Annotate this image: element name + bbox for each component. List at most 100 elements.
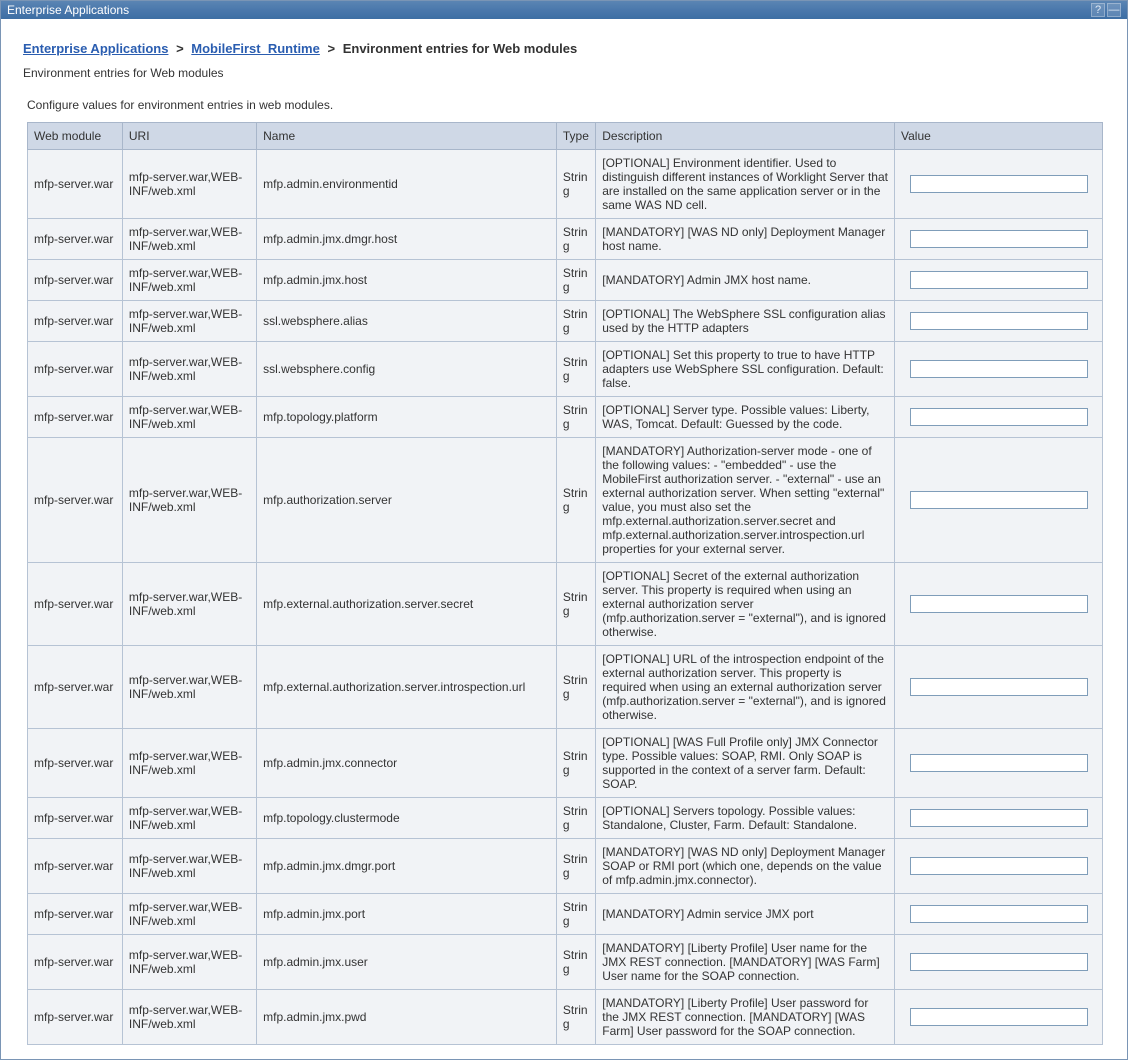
cell-description: [MANDATORY] [Liberty Profile] User passw… xyxy=(596,990,895,1045)
cell-value xyxy=(895,894,1103,935)
cell-type: String xyxy=(556,150,595,219)
breadcrumb-link-enterprise-apps[interactable]: Enterprise Applications xyxy=(23,41,168,56)
cell-value xyxy=(895,935,1103,990)
col-header-uri: URI xyxy=(122,123,256,150)
cell-name: mfp.external.authorization.server.intros… xyxy=(257,646,557,729)
col-header-name: Name xyxy=(257,123,557,150)
titlebar: Enterprise Applications ? — xyxy=(1,1,1127,19)
cell-web-module: mfp-server.war xyxy=(28,438,123,563)
cell-value xyxy=(895,729,1103,798)
cell-value xyxy=(895,990,1103,1045)
table-row: mfp-server.warmfp-server.war,WEB-INF/web… xyxy=(28,219,1103,260)
cell-type: String xyxy=(556,894,595,935)
table-row: mfp-server.warmfp-server.war,WEB-INF/web… xyxy=(28,990,1103,1045)
cell-value xyxy=(895,150,1103,219)
table-row: mfp-server.warmfp-server.war,WEB-INF/web… xyxy=(28,894,1103,935)
cell-web-module: mfp-server.war xyxy=(28,894,123,935)
value-input[interactable] xyxy=(910,595,1088,613)
cell-type: String xyxy=(556,397,595,438)
cell-value xyxy=(895,839,1103,894)
panel-title: Enterprise Applications xyxy=(7,3,129,17)
page-subtitle: Environment entries for Web modules xyxy=(23,66,1105,80)
breadcrumb-sep-1: > xyxy=(176,41,184,56)
cell-name: ssl.websphere.alias xyxy=(257,301,557,342)
value-input[interactable] xyxy=(910,905,1088,923)
cell-description: [OPTIONAL] The WebSphere SSL configurati… xyxy=(596,301,895,342)
cell-web-module: mfp-server.war xyxy=(28,935,123,990)
cell-uri: mfp-server.war,WEB-INF/web.xml xyxy=(122,301,256,342)
cell-type: String xyxy=(556,438,595,563)
cell-web-module: mfp-server.war xyxy=(28,397,123,438)
cell-name: mfp.admin.jmx.user xyxy=(257,935,557,990)
cell-description: [OPTIONAL] [WAS Full Profile only] JMX C… xyxy=(596,729,895,798)
col-header-description: Description xyxy=(596,123,895,150)
cell-type: String xyxy=(556,798,595,839)
cell-type: String xyxy=(556,301,595,342)
breadcrumb-current: Environment entries for Web modules xyxy=(343,41,578,56)
value-input[interactable] xyxy=(910,491,1088,509)
value-input[interactable] xyxy=(910,754,1088,772)
cell-type: String xyxy=(556,839,595,894)
cell-uri: mfp-server.war,WEB-INF/web.xml xyxy=(122,219,256,260)
cell-web-module: mfp-server.war xyxy=(28,260,123,301)
cell-value xyxy=(895,260,1103,301)
titlebar-icons: ? — xyxy=(1091,3,1121,17)
cell-uri: mfp-server.war,WEB-INF/web.xml xyxy=(122,150,256,219)
cell-web-module: mfp-server.war xyxy=(28,219,123,260)
col-header-web-module: Web module xyxy=(28,123,123,150)
cell-type: String xyxy=(556,342,595,397)
cell-web-module: mfp-server.war xyxy=(28,563,123,646)
cell-web-module: mfp-server.war xyxy=(28,839,123,894)
value-input[interactable] xyxy=(910,271,1088,289)
cell-type: String xyxy=(556,260,595,301)
cell-uri: mfp-server.war,WEB-INF/web.xml xyxy=(122,438,256,563)
minimize-icon[interactable]: — xyxy=(1107,3,1121,17)
cell-description: [OPTIONAL] Secret of the external author… xyxy=(596,563,895,646)
value-input[interactable] xyxy=(910,312,1088,330)
cell-type: String xyxy=(556,729,595,798)
table-row: mfp-server.warmfp-server.war,WEB-INF/web… xyxy=(28,438,1103,563)
value-input[interactable] xyxy=(910,678,1088,696)
cell-uri: mfp-server.war,WEB-INF/web.xml xyxy=(122,839,256,894)
cell-name: mfp.authorization.server xyxy=(257,438,557,563)
cell-description: [OPTIONAL] URL of the introspection endp… xyxy=(596,646,895,729)
cell-type: String xyxy=(556,990,595,1045)
value-input[interactable] xyxy=(910,408,1088,426)
cell-uri: mfp-server.war,WEB-INF/web.xml xyxy=(122,935,256,990)
table-row: mfp-server.warmfp-server.war,WEB-INF/web… xyxy=(28,260,1103,301)
breadcrumb-link-mobilefirst-runtime[interactable]: MobileFirst_Runtime xyxy=(191,41,320,56)
panel-content: Enterprise Applications > MobileFirst_Ru… xyxy=(1,19,1127,1059)
table-row: mfp-server.warmfp-server.war,WEB-INF/web… xyxy=(28,397,1103,438)
col-header-type: Type xyxy=(556,123,595,150)
env-entries-table: Web module URI Name Type Description Val… xyxy=(27,122,1103,1045)
value-input[interactable] xyxy=(910,953,1088,971)
value-input[interactable] xyxy=(910,809,1088,827)
table-row: mfp-server.warmfp-server.war,WEB-INF/web… xyxy=(28,646,1103,729)
cell-web-module: mfp-server.war xyxy=(28,798,123,839)
cell-value xyxy=(895,219,1103,260)
cell-type: String xyxy=(556,563,595,646)
value-input[interactable] xyxy=(910,175,1088,193)
cell-uri: mfp-server.war,WEB-INF/web.xml xyxy=(122,260,256,301)
cell-value xyxy=(895,438,1103,563)
cell-description: [MANDATORY] Admin service JMX port xyxy=(596,894,895,935)
table-row: mfp-server.warmfp-server.war,WEB-INF/web… xyxy=(28,150,1103,219)
cell-uri: mfp-server.war,WEB-INF/web.xml xyxy=(122,563,256,646)
table-row: mfp-server.warmfp-server.war,WEB-INF/web… xyxy=(28,935,1103,990)
table-row: mfp-server.warmfp-server.war,WEB-INF/web… xyxy=(28,563,1103,646)
breadcrumb: Enterprise Applications > MobileFirst_Ru… xyxy=(23,41,1105,56)
value-input[interactable] xyxy=(910,1008,1088,1026)
cell-description: [MANDATORY] Authorization-server mode - … xyxy=(596,438,895,563)
value-input[interactable] xyxy=(910,857,1088,875)
cell-uri: mfp-server.war,WEB-INF/web.xml xyxy=(122,990,256,1045)
help-icon[interactable]: ? xyxy=(1091,3,1105,17)
cell-name: mfp.admin.jmx.host xyxy=(257,260,557,301)
value-input[interactable] xyxy=(910,230,1088,248)
cell-web-module: mfp-server.war xyxy=(28,150,123,219)
cell-name: ssl.websphere.config xyxy=(257,342,557,397)
value-input[interactable] xyxy=(910,360,1088,378)
cell-name: mfp.admin.jmx.connector xyxy=(257,729,557,798)
cell-web-module: mfp-server.war xyxy=(28,342,123,397)
cell-value xyxy=(895,301,1103,342)
table-row: mfp-server.warmfp-server.war,WEB-INF/web… xyxy=(28,729,1103,798)
